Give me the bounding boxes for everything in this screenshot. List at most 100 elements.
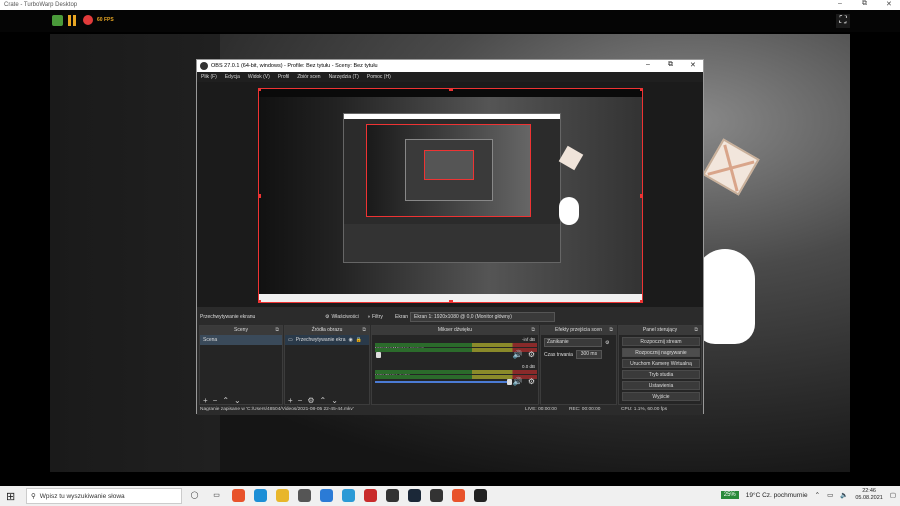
move-up-icon[interactable]: ⌃ (320, 396, 327, 405)
float-icon[interactable]: ⧉ (275, 326, 279, 335)
gear-icon[interactable]: ⚙ (605, 340, 609, 346)
edge-icon[interactable] (254, 489, 267, 502)
fullscreen-icon[interactable]: ⛶ (836, 14, 850, 28)
move-down-icon[interactable]: ⌄ (234, 396, 241, 405)
transition-select[interactable]: Zanikanie (544, 338, 602, 347)
obs-maximize-button[interactable]: ⧉ (668, 61, 673, 69)
float-icon[interactable]: ⧉ (362, 326, 366, 335)
move-down-icon[interactable]: ⌄ (331, 396, 338, 405)
live-timer: LIVE: 00:00:00 (525, 407, 557, 412)
crate-sprite[interactable] (702, 138, 760, 196)
resize-handle[interactable] (640, 194, 642, 198)
menu-file[interactable]: Plik (F) (201, 74, 217, 80)
menu-view[interactable]: Widok (V) (248, 74, 270, 80)
volume-slider-knob[interactable] (507, 379, 512, 385)
virtual-camera-button[interactable]: Uruchom Kamerę Wirtualną (622, 359, 700, 368)
start-recording-button[interactable]: Rozpocznij nagrywanie (622, 348, 700, 357)
explorer-icon[interactable] (276, 489, 289, 502)
duration-label: Czas trwania (544, 351, 573, 358)
remove-icon[interactable]: − (213, 396, 218, 405)
resize-handle[interactable] (259, 194, 261, 198)
brave2-icon[interactable] (452, 489, 465, 502)
network-icon[interactable]: ▭ (827, 491, 833, 499)
screen-label: Ekran (395, 314, 409, 320)
menu-tools[interactable]: Narzędzia (T) (329, 74, 359, 80)
chevron-up-icon[interactable]: ⌃ (815, 491, 820, 499)
resize-handle[interactable] (640, 89, 642, 91)
gear-icon[interactable]: ⚙ (307, 396, 314, 405)
mail-icon[interactable] (320, 489, 333, 502)
add-icon[interactable]: + (203, 396, 208, 405)
search-icon: ⚲ (31, 493, 36, 500)
studio-mode-button[interactable]: Tryb studia (622, 370, 700, 379)
taskbar-search[interactable]: ⚲ Wpisz tu wyszukiwanie słowa (26, 488, 182, 504)
filters-button[interactable]: ◑ Filtry (367, 314, 383, 320)
preview-ghost-sprite (559, 197, 579, 225)
volume-meter (375, 343, 537, 347)
menu-edit[interactable]: Edycja (225, 74, 240, 80)
source-item[interactable]: ▭ Przechwytywanie ekra ◉ 🔒 (285, 335, 369, 345)
speaker-icon[interactable]: 🔊 (513, 350, 523, 359)
duration-input[interactable]: 300 ms (575, 350, 602, 359)
eye-icon[interactable]: ◉ (348, 337, 352, 343)
add-icon[interactable]: + (288, 396, 293, 405)
gear-icon[interactable]: ⚙ (528, 350, 535, 359)
maximize-button[interactable]: ⧉ (862, 0, 867, 8)
close-button[interactable]: ✕ (886, 0, 892, 8)
preview-area (197, 82, 703, 307)
steam-icon[interactable] (408, 489, 421, 502)
screen-select[interactable]: Ekran 1: 1920x1080 @ 0,0 (Monitor główny… (410, 312, 555, 322)
outer-titlebar: Crate - TurboWarp Desktop – ⧉ ✕ (0, 0, 900, 10)
windows-start-icon[interactable]: ⊞ (6, 490, 15, 503)
xbox-icon[interactable] (386, 489, 399, 502)
store-icon[interactable] (298, 489, 311, 502)
battery-indicator[interactable]: 25% (720, 491, 739, 499)
remove-icon[interactable]: − (298, 396, 303, 405)
float-icon[interactable]: ⧉ (694, 326, 698, 335)
task-view-icon[interactable]: ◯ (188, 489, 201, 502)
resize-handle[interactable] (259, 300, 261, 302)
notifications-icon[interactable]: ▢ (890, 491, 896, 499)
float-icon[interactable]: ⧉ (609, 326, 613, 335)
obs-icon[interactable] (474, 489, 487, 502)
selected-source-label: Przechwytywanie ekranu (200, 314, 256, 320)
brave-icon[interactable] (232, 489, 245, 502)
volume-slider[interactable] (375, 381, 510, 383)
speaker-icon[interactable]: 🔊 (513, 377, 523, 386)
status-message: Nagranie zapisane w 'C:/Users/48504/Vide… (200, 407, 354, 412)
ghost-sprite[interactable] (695, 249, 755, 344)
volume-icon[interactable]: 🔈 (840, 491, 848, 499)
minimize-button[interactable]: – (838, 0, 842, 7)
settings-button[interactable]: Ustawienia (622, 381, 700, 390)
float-icon[interactable]: ⧉ (531, 326, 535, 335)
preview-canvas[interactable] (258, 88, 643, 303)
menu-help[interactable]: Pomoc (H) (367, 74, 391, 80)
shield-app-icon[interactable] (364, 489, 377, 502)
move-up-icon[interactable]: ⌃ (222, 396, 229, 405)
gear-icon[interactable]: ⚙ (528, 377, 535, 386)
stop-icon[interactable] (83, 15, 93, 25)
clock[interactable]: 22:46 05.08.2021 (855, 488, 883, 502)
channel-db: 0.0 dB (521, 364, 535, 369)
xbox2-icon[interactable] (430, 489, 443, 502)
pause-icon[interactable] (68, 15, 79, 26)
resize-handle[interactable] (449, 89, 453, 91)
volume-slider-knob[interactable] (376, 352, 381, 358)
lock-icon[interactable]: 🔒 (356, 337, 362, 343)
obs-close-button[interactable]: ✕ (690, 61, 696, 69)
obs-minimize-button[interactable]: – (646, 61, 650, 68)
task-switch-icon[interactable]: ▭ (210, 489, 223, 502)
menu-scene-collection[interactable]: Zbiór scen (297, 74, 320, 80)
resize-handle[interactable] (259, 89, 261, 91)
l-app-icon[interactable] (342, 489, 355, 502)
resize-handle[interactable] (640, 300, 642, 302)
green-flag-icon[interactable] (52, 15, 63, 26)
obs-logo-icon (200, 62, 208, 70)
weather-widget[interactable]: 19°C Cz. pochmurnie (746, 492, 808, 499)
exit-button[interactable]: Wyjście (622, 392, 700, 401)
resize-handle[interactable] (449, 300, 453, 302)
properties-button[interactable]: ⚙ Właściwości (325, 314, 359, 320)
scene-item[interactable]: Scena (200, 335, 282, 345)
menu-profile[interactable]: Profil (278, 74, 289, 80)
start-stream-button[interactable]: Rozpocznij stream (622, 337, 700, 346)
